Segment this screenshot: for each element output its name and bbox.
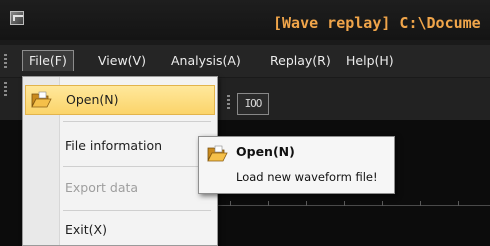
toolbar-grip-top[interactable] [4,82,7,96]
axis-tick [344,201,345,206]
menu-item-export-data: Export data [25,173,215,203]
toolbar-zoom-button[interactable]: IOO [237,93,269,115]
open-tooltip: Open(N) Load new waveform file! [198,136,395,194]
menu-view[interactable]: View(V) [93,51,151,71]
menu-separator [63,210,211,211]
toolbar-grip-inner[interactable] [227,95,230,109]
menu-separator [63,121,211,122]
axis-tick [306,201,307,206]
axis-tick [420,201,421,206]
time-axis-line [210,205,490,206]
menu-item-exit[interactable]: Exit(X) [25,215,215,245]
folder-open-icon [207,145,228,162]
axis-tick [382,201,383,206]
menu-item-export-data-label: Export data [65,180,139,195]
axis-tick [458,201,459,206]
axis-tick [230,201,231,206]
menu-item-file-information[interactable]: File information [25,131,215,161]
menu-item-open[interactable]: Open(N) [25,85,215,115]
menu-help[interactable]: Help(H) [341,51,399,71]
menu-separator [63,166,211,167]
tooltip-description: Load new waveform file! [236,170,378,184]
window-title: [Wave replay] C:\Docume [273,14,481,32]
menu-item-exit-label: Exit(X) [65,222,107,237]
folder-open-icon [31,91,52,108]
tooltip-title: Open(N) [236,144,295,159]
axis-tick [268,201,269,206]
menu-file[interactable]: File(F) [22,50,74,71]
file-menu-dropdown: Open(N) File information Export data Exi… [22,76,218,246]
app-icon[interactable] [10,11,24,25]
menubar-grip[interactable] [4,54,7,68]
menu-item-open-label: Open(N) [66,92,119,107]
menu-replay[interactable]: Replay(R) [265,51,336,71]
menu-bar: File(F) View(V) Analysis(A) Replay(R) He… [0,45,490,77]
menu-analysis[interactable]: Analysis(A) [166,51,246,71]
title-bar: [Wave replay] C:\Docume [0,0,490,40]
menu-item-file-information-label: File information [65,138,163,153]
